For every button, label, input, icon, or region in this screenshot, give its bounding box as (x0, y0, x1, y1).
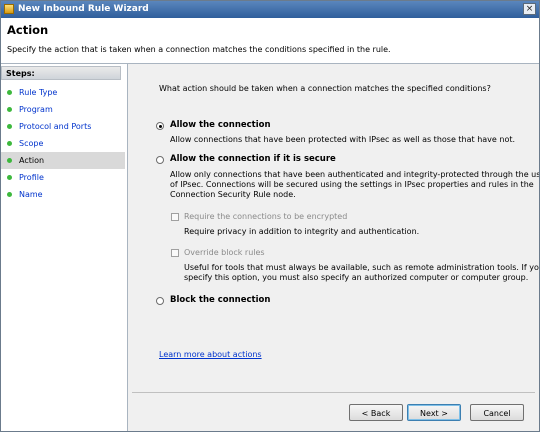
wizard-window: New Inbound Rule Wizard × Action Specify… (0, 0, 540, 432)
allow-secure-radio[interactable] (156, 156, 164, 164)
steps-panel: Steps: Rule Type Program Protocol and Po… (1, 64, 128, 431)
step-status-dot-icon (7, 141, 12, 146)
allow-connection-label[interactable]: Allow the connection (170, 120, 271, 130)
step-label: Scope (19, 139, 44, 148)
step-label: Protocol and Ports (19, 122, 92, 131)
step-status-dot-icon (7, 107, 12, 112)
title-bar[interactable]: New Inbound Rule Wizard × (1, 1, 539, 18)
step-program[interactable]: Program (1, 101, 125, 118)
content-panel: What action should be taken when a conne… (128, 64, 539, 431)
allow-connection-description: Allow connections that have been protect… (170, 135, 516, 144)
require-encryption-description: Require privacy in addition to integrity… (184, 227, 420, 236)
step-rule-type[interactable]: Rule Type (1, 84, 125, 101)
step-status-dot-icon (7, 175, 12, 180)
steps-title: Steps: (1, 66, 121, 80)
step-protocol-and-ports[interactable]: Protocol and Ports (1, 118, 125, 135)
require-encryption-checkbox[interactable] (171, 213, 179, 221)
close-button[interactable]: × (523, 3, 536, 15)
allow-secure-description-line: Allow only connections that have been au… (170, 170, 540, 179)
require-encryption-label[interactable]: Require the connections to be encrypted (184, 212, 347, 221)
step-action[interactable]: Action (1, 152, 125, 169)
window-title: New Inbound Rule Wizard (18, 4, 149, 14)
next-button[interactable]: Next > (407, 404, 461, 421)
step-status-dot-icon (7, 124, 12, 129)
override-block-rules-description-line: specify this option, you must also speci… (184, 273, 529, 282)
button-divider (132, 392, 535, 393)
allow-secure-label[interactable]: Allow the connection if it is secure (170, 154, 336, 164)
override-block-rules-checkbox[interactable] (171, 249, 179, 257)
allow-secure-description-line: Connection Security Rule node. (170, 190, 296, 199)
step-label: Profile (19, 173, 44, 182)
step-name[interactable]: Name (1, 186, 125, 203)
step-status-dot-icon (7, 192, 12, 197)
step-label: Rule Type (19, 88, 58, 97)
step-scope[interactable]: Scope (1, 135, 125, 152)
step-status-dot-icon (7, 90, 12, 95)
allow-connection-radio[interactable] (156, 122, 164, 130)
allow-secure-description-line: of IPsec. Connections will be secured us… (170, 180, 534, 189)
page-description: Specify the action that is taken when a … (7, 45, 391, 54)
learn-more-link[interactable]: Learn more about actions (159, 350, 262, 359)
wizard-header: Action Specify the action that is taken … (1, 18, 539, 64)
back-button[interactable]: < Back (349, 404, 403, 421)
action-question: What action should be taken when a conne… (159, 84, 491, 93)
block-connection-radio[interactable] (156, 297, 164, 305)
step-profile[interactable]: Profile (1, 169, 125, 186)
block-connection-label[interactable]: Block the connection (170, 295, 270, 305)
override-block-rules-description-line: Useful for tools that must always be ava… (184, 263, 540, 272)
step-label: Name (19, 190, 43, 199)
cancel-button[interactable]: Cancel (470, 404, 524, 421)
page-title: Action (7, 23, 49, 37)
step-label: Program (19, 105, 53, 114)
firewall-wizard-icon (4, 4, 14, 14)
step-status-dot-icon (7, 158, 12, 163)
override-block-rules-label[interactable]: Override block rules (184, 248, 265, 257)
step-label: Action (19, 156, 45, 165)
